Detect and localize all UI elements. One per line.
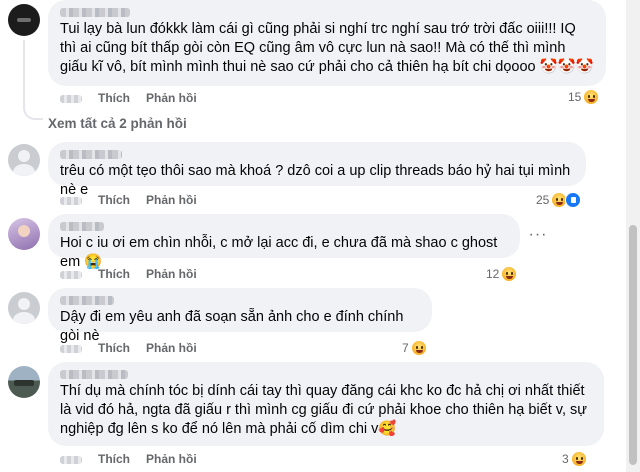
author-name-redacted[interactable] [60,4,594,20]
reaction-count: 7 [402,341,409,355]
avatar[interactable] [8,4,40,36]
reaction-summary[interactable]: 3 [562,450,587,468]
author-name-redacted[interactable] [60,146,574,162]
comment-bubble: Thí dụ mà chính tóc bị dính cái tay thì … [48,362,604,446]
timestamp-redacted[interactable] [60,344,82,353]
reaction-summary[interactable]: 12 [486,265,518,283]
haha-emoji-icon [501,266,518,282]
comment-bubble: Dậy đi em yêu anh đã soạn sẵn ảnh cho e … [48,288,432,344]
avatar[interactable] [8,218,40,250]
like-button[interactable]: Thích [98,341,130,355]
comment-bubble: Tui lạy bà lun đókkk làm cái gì cũng phả… [48,0,606,86]
like-button[interactable]: Thích [98,267,130,281]
comment-thread: Tui lạy bà lun đókkk làm cái gì cũng phả… [0,0,640,472]
reaction-count: 3 [562,452,569,466]
haha-emoji-icon [410,340,427,356]
reaction-summary[interactable]: 15 [568,88,600,106]
reply-button[interactable]: Phản hồi [146,193,197,207]
reaction-count: 25 [536,193,550,207]
comment-bubble: trêu có một tẹo thôi sao mà khoá ? dzô c… [48,142,586,198]
thread-connector-curve [23,106,43,120]
comment-actions: Thích Phản hồi [60,451,213,467]
comment-actions: Thích Phản hồi [60,266,213,282]
avatar[interactable] [8,292,40,324]
timestamp-redacted[interactable] [60,94,82,103]
reply-button[interactable]: Phản hồi [146,452,197,466]
timestamp-redacted[interactable] [60,270,82,279]
more-options-icon[interactable]: ··· [528,227,548,248]
like-button[interactable]: Thích [98,193,130,207]
thread-connector [23,40,25,108]
reply-button[interactable]: Phản hồi [146,267,197,281]
reply-button[interactable]: Phản hồi [146,341,197,355]
comment-actions: Thích Phản hồi [60,192,213,208]
comment-bubble: Hoi c iu ơi em chìn nhỗi, c mở lại acc đ… [48,214,520,270]
avatar[interactable] [8,144,40,176]
reaction-count: 15 [568,90,582,104]
scrollbar[interactable] [626,0,640,472]
author-name-redacted[interactable] [60,292,420,308]
like-button[interactable]: Thích [98,91,130,105]
haha-emoji-icon [583,89,600,105]
see-all-replies-link[interactable]: Xem tất cả 2 phản hồi [48,115,187,133]
author-name-redacted[interactable] [60,218,508,234]
reaction-summary[interactable]: 7 [402,339,427,357]
reaction-summary[interactable]: 25 [536,191,582,209]
comment-text: Thí dụ mà chính tóc bị dính cái tay thì … [60,383,587,437]
comment-text: Tui lạy bà lun đókkk làm cái gì cũng phả… [60,21,594,75]
reaction-count: 12 [486,267,500,281]
author-name-redacted[interactable] [60,366,592,382]
like-reaction-icon [565,192,582,208]
scrollbar-thumb[interactable] [629,225,637,465]
haha-emoji-icon [570,451,587,467]
reply-button[interactable]: Phản hồi [146,91,197,105]
comment-actions: Thích Phản hồi [60,340,213,356]
timestamp-redacted[interactable] [60,196,82,205]
comment-actions: Thích Phản hồi [60,90,213,106]
like-button[interactable]: Thích [98,452,130,466]
timestamp-redacted[interactable] [60,455,82,464]
avatar[interactable] [8,366,40,398]
